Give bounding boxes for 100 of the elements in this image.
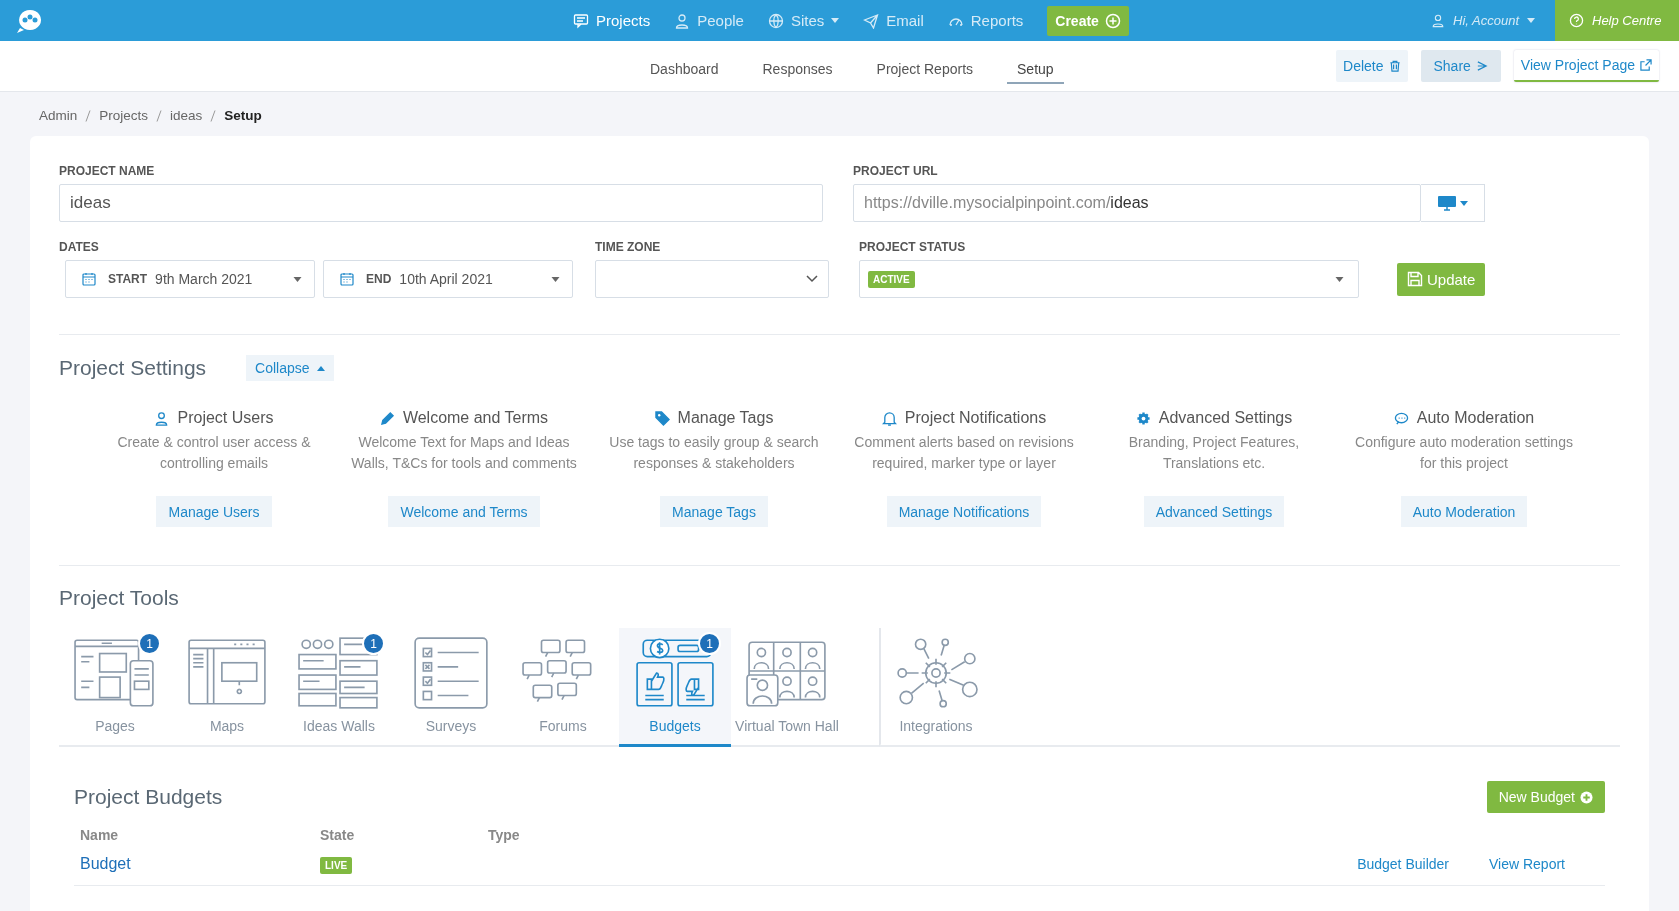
tab[interactable]: Project Reports [866, 48, 984, 84]
person-icon [674, 12, 691, 29]
plus-circle-icon [1104, 12, 1121, 29]
caret-icon [1527, 18, 1535, 23]
setting-button[interactable]: Auto Moderation [1400, 496, 1528, 527]
account-menu[interactable]: Hi, Account [1431, 13, 1535, 28]
device-dropdown[interactable] [1421, 184, 1485, 222]
web-pages-icon [73, 636, 157, 710]
chevron-down-icon [806, 275, 818, 283]
setting-description: Comment alerts based on revisions required, marker type or layer [853, 433, 1075, 473]
tool-tab[interactable]: Forums [507, 628, 619, 747]
setting-title: Project Notifications [904, 409, 1047, 427]
create-button[interactable]: Create [1047, 5, 1129, 36]
section-heading: Project Budgets [74, 785, 223, 809]
tab[interactable]: Responses [752, 48, 843, 84]
setting-button[interactable]: Manage Notifications [886, 496, 1042, 527]
section-heading: Project Settings [59, 356, 207, 380]
tool-tab[interactable]: 1 Ideas Walls [283, 628, 395, 747]
start-date-field[interactable]: START 9th March 2021 [65, 260, 315, 298]
tool-tab[interactable]: Maps [171, 628, 283, 747]
project-url-field[interactable]: https://dville.mysocialpinpoint.com/ideas [853, 184, 1421, 222]
breadcrumb-link[interactable]: Projects [99, 108, 149, 123]
field-label: DATES [59, 240, 100, 254]
caret-icon [551, 276, 560, 282]
column-header: Name [80, 827, 120, 843]
setting-title: Auto Moderation [1416, 409, 1535, 427]
pencil-icon [379, 410, 395, 426]
update-button[interactable]: Update [1397, 262, 1486, 296]
calendar-icon [82, 272, 96, 286]
budget-name-link[interactable]: Budget [80, 855, 320, 873]
end-date-field[interactable]: END 10th April 2021 [323, 260, 573, 298]
setting-description: Welcome Text for Maps and Ideas Walls, T&Cs for tools and comments [350, 433, 578, 473]
person-icon [1431, 13, 1445, 28]
chat-icon [573, 12, 589, 29]
field-label: PROJECT STATUS [859, 240, 967, 254]
view-button[interactable]: View Project Page [1513, 50, 1659, 82]
setting-description: Create & control user access & controlling emails [116, 433, 312, 473]
caret-up-icon [316, 365, 325, 371]
plus-circle-icon [1580, 790, 1593, 804]
delete-button[interactable]: Delete [1336, 50, 1408, 82]
gear-network-icon [894, 636, 978, 710]
setting-description: Configure auto moderation settings for this project [1354, 433, 1574, 473]
count-badge: 1 [138, 632, 161, 655]
setting-button[interactable]: Welcome and Terms [388, 496, 540, 527]
setting-title: Welcome and Terms [402, 409, 549, 427]
new-budget-button[interactable]: New Budget [1486, 781, 1605, 813]
nav-link[interactable]: Projects [573, 12, 651, 29]
tag-icon [654, 410, 670, 426]
nav-link[interactable]: Sites [767, 12, 840, 29]
speech-cards-icon [297, 636, 381, 710]
breadcrumb-link[interactable]: Admin [39, 108, 78, 123]
breadcrumb-separator [210, 109, 217, 122]
project-name-field[interactable]: ideas [59, 184, 823, 222]
section-heading: Project Tools [59, 586, 180, 610]
count-badge: 1 [698, 632, 721, 655]
caret-icon [1335, 276, 1344, 282]
tool-tab[interactable]: 1 Budgets [619, 628, 731, 747]
setting-title: Advanced Settings [1158, 409, 1293, 427]
setting-button[interactable]: Manage Users [156, 496, 272, 527]
setting-title: Project Users [177, 409, 274, 427]
field-label: PROJECT NAME [59, 164, 156, 178]
share-button[interactable]: Share [1420, 50, 1501, 82]
external-link-icon [1640, 59, 1652, 71]
tab[interactable]: Dashboard [640, 48, 729, 84]
column-header: State [320, 827, 356, 843]
setting-description: Branding, Project Features, Translations etc. [1127, 433, 1301, 473]
arrow-icon [1475, 60, 1488, 72]
row-action-link[interactable]: Budget Builder [1357, 856, 1449, 872]
coin-thumbs-icon [633, 636, 717, 710]
collapse-button[interactable]: Collapse [246, 355, 334, 381]
tool-tab[interactable]: Integrations [879, 628, 991, 747]
globe-icon [767, 12, 784, 29]
trash-icon [1388, 60, 1401, 72]
setting-button[interactable]: Manage Tags [660, 496, 768, 527]
breadcrumb-link[interactable]: ideas [170, 108, 203, 123]
monitor-icon [1437, 195, 1457, 211]
state-badge: LIVE [320, 857, 353, 874]
nav-link[interactable]: Reports [947, 12, 1024, 29]
setting-button[interactable]: Advanced Settings [1143, 496, 1285, 527]
breadcrumb-separator [156, 109, 163, 122]
tab[interactable]: Setup [1007, 48, 1064, 84]
chat-icon [1393, 410, 1409, 426]
setting-description: Use tags to easily group & search responses & stakeholders [608, 433, 820, 473]
person-icon [154, 410, 170, 426]
field-label: PROJECT URL [853, 164, 939, 178]
caret-icon [293, 276, 302, 282]
setting-title: Manage Tags [677, 409, 774, 427]
nav-link[interactable]: People [674, 12, 744, 29]
tool-tab[interactable]: Virtual Town Hall [731, 628, 843, 747]
breadcrumb-separator [85, 109, 92, 122]
help-centre-link[interactable]: Help Centre [1555, 0, 1679, 41]
help-icon [1569, 13, 1584, 28]
tool-tab[interactable]: Surveys [395, 628, 507, 747]
calendar-icon [340, 272, 354, 286]
project-status-select[interactable]: ACTIVE [859, 260, 1359, 298]
nav-link[interactable]: Email [863, 12, 924, 29]
breadcrumb-link[interactable]: Setup [224, 108, 262, 123]
row-action-link[interactable]: View Report [1489, 856, 1565, 872]
tool-tab[interactable]: 1 Pages [59, 628, 171, 747]
count-badge: 1 [362, 632, 385, 655]
